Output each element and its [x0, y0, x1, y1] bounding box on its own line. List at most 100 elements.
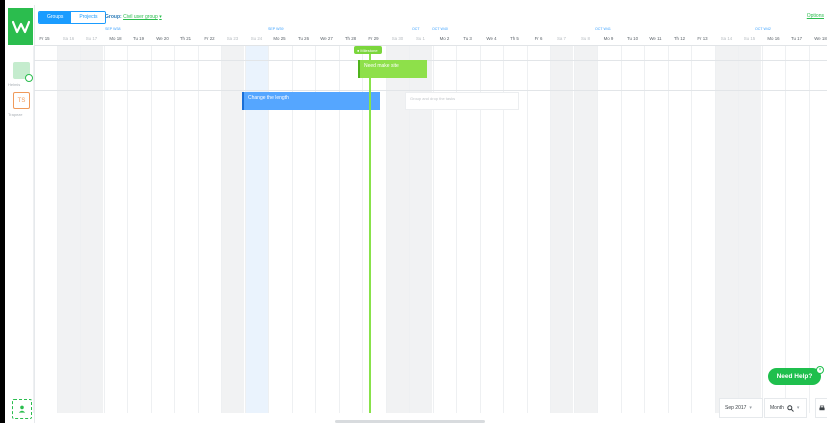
grid-line [809, 46, 810, 413]
close-icon[interactable]: × [816, 366, 824, 374]
day-label: Fr 29 [368, 36, 379, 41]
day-label: We 20 [156, 36, 169, 41]
week-label: OCT W42 [755, 27, 771, 31]
task-bar[interactable]: Need make site [358, 60, 427, 78]
chevron-down-icon: ▾ [796, 405, 800, 411]
grid-line [57, 46, 58, 413]
day-label: Tu 17 [790, 36, 803, 41]
day-label: Th 12 [673, 36, 686, 41]
day-label: Tu 3 [463, 36, 472, 41]
grid-line [104, 46, 105, 413]
day-label: Mo 2 [439, 36, 450, 41]
group-selector[interactable]: Group: Civil user group ▾ [105, 14, 162, 20]
day-column [597, 46, 620, 413]
day-label: Tu 19 [132, 36, 145, 41]
grid-line [715, 46, 716, 413]
day-column [80, 46, 103, 413]
grid-line [33, 46, 34, 413]
milestone-marker[interactable]: ● Milestone [354, 46, 382, 54]
day-column [574, 46, 597, 413]
day-label: Mo 9 [603, 36, 614, 41]
day-column [104, 46, 127, 413]
day-column [527, 46, 550, 413]
drop-zone[interactable]: Group and drop the tasks [405, 92, 519, 110]
grid-line [386, 46, 387, 413]
group-value[interactable]: Civil user group [123, 14, 158, 20]
app-logo[interactable] [8, 8, 33, 45]
day-label: We 18 [814, 36, 827, 41]
day-column [762, 46, 785, 413]
day-column [785, 46, 808, 413]
day-label: Su 15 [743, 36, 756, 41]
day-column [809, 46, 827, 413]
grid-line [738, 46, 739, 413]
zoom-selector[interactable]: Month ▾ [764, 398, 807, 418]
logo-mark-icon [11, 20, 30, 33]
day-label: Su 17 [85, 36, 98, 41]
add-user-icon [18, 405, 26, 413]
week-label: OCT [412, 27, 420, 31]
milestone-line [369, 50, 371, 413]
day-label: Mo 25 [273, 36, 286, 41]
options-link[interactable]: Options [807, 13, 824, 19]
pin-icon: ● [357, 47, 360, 53]
grid-line [621, 46, 622, 413]
need-help-button[interactable]: Need Help? [768, 368, 821, 385]
week-label: OCT W40 [432, 27, 448, 31]
milestone-label: Milestone [360, 47, 378, 53]
row-divider [34, 60, 827, 61]
group-key: Group: [105, 14, 122, 20]
day-column [691, 46, 714, 413]
day-column [221, 46, 244, 413]
day-label: Th 28 [344, 36, 357, 41]
grid-line [198, 46, 199, 413]
day-column [644, 46, 667, 413]
day-column [550, 46, 573, 413]
grid-line [574, 46, 575, 413]
day-label: Sa 16 [62, 36, 75, 41]
chevron-down-icon: ▾ [159, 14, 162, 20]
grid-line [644, 46, 645, 413]
day-label: Su 24 [250, 36, 263, 41]
day-label: Tu 10 [626, 36, 639, 41]
grid-line [127, 46, 128, 413]
add-user-button[interactable] [12, 399, 32, 419]
day-column [127, 46, 150, 413]
print-button[interactable] [815, 398, 827, 418]
grid-line [691, 46, 692, 413]
user-label-1: Helmis [8, 82, 21, 87]
week-label: SEP W38 [105, 27, 121, 31]
day-label: We 27 [320, 36, 333, 41]
day-column [174, 46, 197, 413]
day-label: Fr 15 [39, 36, 50, 41]
date-selector[interactable]: Sep 2017 ▾ [719, 398, 763, 418]
row-divider [34, 90, 827, 91]
grid-line [762, 46, 763, 413]
grid-line [174, 46, 175, 413]
zoom-value: Month [770, 405, 784, 411]
grid-line [221, 46, 222, 413]
day-label: Sa 23 [226, 36, 239, 41]
day-label: Tu 26 [297, 36, 310, 41]
user-label-2: Trapeze [8, 112, 23, 117]
day-label: Mo 16 [767, 36, 780, 41]
week-label: OCT W41 [595, 27, 611, 31]
day-label: We 4 [486, 36, 497, 41]
day-column [198, 46, 221, 413]
day-label: Sa 7 [556, 36, 567, 41]
day-label: We 11 [649, 36, 662, 41]
day-column [621, 46, 644, 413]
day-column [738, 46, 761, 413]
day-label: Fr 6 [534, 36, 543, 41]
print-icon [819, 405, 825, 410]
day-label: Su 8 [580, 36, 591, 41]
top-bar: Groups Projects Group: Civil user group … [34, 5, 827, 24]
task-bar[interactable]: Change the length [242, 92, 380, 110]
day-label: Mo 18 [109, 36, 122, 41]
grid-line [550, 46, 551, 413]
week-label: SEP W39 [268, 27, 284, 31]
day-column [33, 46, 56, 413]
user-avatar-2[interactable]: TS [13, 92, 30, 109]
day-label: Th 21 [179, 36, 192, 41]
grid-line [527, 46, 528, 413]
